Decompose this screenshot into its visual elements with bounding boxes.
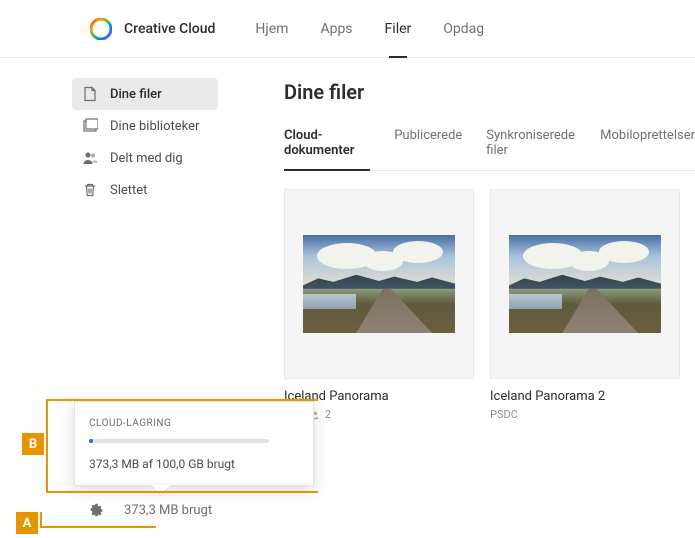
- trash-icon: [82, 182, 98, 198]
- file-type: PSDC: [490, 408, 518, 421]
- shared-icon: [82, 150, 98, 166]
- storage-footer: 373,3 MB brugt: [88, 502, 212, 518]
- gear-icon[interactable]: [88, 502, 104, 518]
- callout-line: [40, 526, 156, 528]
- nav-opdag[interactable]: Opdag: [433, 0, 494, 58]
- callout-line: [40, 512, 42, 528]
- sidebar-item-label: Dine biblioteker: [110, 119, 199, 134]
- file-thumbnail: [490, 189, 680, 379]
- file-card[interactable]: Iceland Panorama C • 2: [284, 189, 474, 421]
- tab-mobiloprettelser[interactable]: Mobiloprettelser: [600, 128, 695, 170]
- tab-cloud-dokumenter[interactable]: Cloud-dokumenter: [284, 128, 370, 170]
- content-area: Dine filer Dine biblioteker Delt med dig…: [0, 58, 695, 421]
- callout-b: B: [22, 433, 44, 455]
- tab-synkroniserede[interactable]: Synkroniserede filer: [486, 128, 576, 170]
- sidebar-item-dine-filer[interactable]: Dine filer: [72, 78, 218, 110]
- callout-line: [46, 399, 318, 401]
- nav-hjem[interactable]: Hjem: [245, 0, 298, 58]
- storage-progress-bar: [89, 439, 269, 443]
- file-name: Iceland Panorama 2: [490, 389, 680, 404]
- landscape-preview: [509, 235, 661, 333]
- sidebar-item-label: Slettet: [110, 183, 147, 198]
- file-meta: PSDC: [490, 408, 680, 421]
- creative-cloud-logo: [90, 18, 112, 40]
- libraries-icon: [82, 118, 98, 134]
- sidebar-item-label: Delt med dig: [110, 151, 183, 166]
- storage-popover: CLOUD-LAGRING 373,3 MB af 100,0 GB brugt: [74, 401, 314, 486]
- shared-count: 2: [325, 408, 331, 421]
- callout-line: [46, 399, 48, 493]
- app-header: Creative Cloud Hjem Apps Filer Opdag: [0, 0, 695, 58]
- nav-apps[interactable]: Apps: [310, 0, 362, 58]
- sidebar-item-slettet[interactable]: Slettet: [72, 174, 218, 206]
- landscape-preview: [303, 235, 455, 333]
- nav-filer[interactable]: Filer: [375, 0, 422, 58]
- brand-name: Creative Cloud: [124, 21, 215, 37]
- storage-progress-fill: [89, 439, 93, 443]
- sidebar-item-delt[interactable]: Delt med dig: [72, 142, 218, 174]
- storage-usage-text: 373,3 MB af 100,0 GB brugt: [89, 457, 299, 471]
- file-tabs: Cloud-dokumenter Publicerede Synkroniser…: [284, 128, 695, 171]
- file-card[interactable]: Iceland Panorama 2 PSDC: [490, 189, 680, 421]
- file-grid: Iceland Panorama C • 2 Iceland Panorama …: [284, 189, 695, 421]
- sidebar-item-label: Dine filer: [110, 87, 162, 102]
- storage-footer-text: 373,3 MB brugt: [124, 503, 212, 518]
- callout-a: A: [16, 512, 38, 534]
- sidebar: Dine filer Dine biblioteker Delt med dig…: [0, 58, 230, 421]
- storage-popover-title: CLOUD-LAGRING: [89, 418, 299, 429]
- file-icon: [82, 86, 98, 102]
- main-panel: Dine filer Cloud-dokumenter Publicerede …: [230, 58, 695, 421]
- callout-line: [46, 491, 318, 493]
- sidebar-item-biblioteker[interactable]: Dine biblioteker: [72, 110, 218, 142]
- tab-publicerede[interactable]: Publicerede: [394, 128, 462, 170]
- file-thumbnail: [284, 189, 474, 379]
- page-title: Dine filer: [284, 80, 695, 104]
